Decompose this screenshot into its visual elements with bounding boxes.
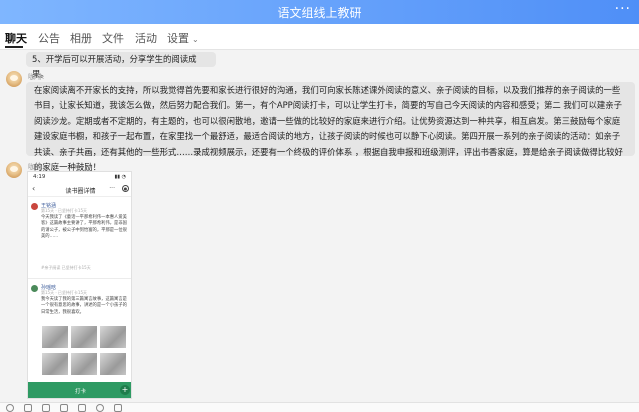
chat-area[interactable]: 5、开学后可以开展活动，分享学生的阅读成果。 咖啡. 在家阅读离不开家长的支持，… bbox=[0, 50, 639, 402]
tab-settings[interactable]: 设置 ⌄ bbox=[167, 30, 199, 46]
message-bubble: 在家阅读离不开家长的支持，所以我觉得首先要和家长进行很好的沟通，我们可向家长陈述… bbox=[26, 82, 635, 172]
photo-thumbnail bbox=[71, 353, 97, 375]
post-meta: 第15天 · 已坚持打卡15天 bbox=[41, 208, 87, 213]
phone-header: ‹ 读书圈详情 ··· ● bbox=[28, 183, 131, 197]
photo-thumbnail bbox=[71, 326, 97, 348]
phone-header-title: 读书圈详情 bbox=[65, 188, 96, 195]
tab-album[interactable]: 相册 bbox=[70, 30, 92, 46]
post-text: 今天我读了《童话—平那希利伟一本惠人爱美客》这篇故事主要讲了，平那希利伟，是非国… bbox=[41, 215, 127, 240]
message-bubble: 5、开学后可以开展活动，分享学生的阅读成果。 bbox=[26, 52, 216, 79]
title-bar: 语文组线上教研 ··· bbox=[0, 0, 639, 24]
avatar bbox=[31, 285, 38, 292]
photo-thumbnail bbox=[42, 326, 68, 348]
clock-icon[interactable] bbox=[96, 404, 104, 412]
post-meta: 第15天 · 已坚持打卡15天 bbox=[41, 290, 87, 295]
tab-chat[interactable]: 聊天 bbox=[5, 30, 27, 46]
clock-in-label: 打卡 bbox=[74, 389, 86, 395]
more-tools-icon[interactable] bbox=[114, 404, 122, 412]
post-footer: #亲子阅读 已坚持打卡15天 bbox=[41, 265, 91, 270]
photo-thumbnail bbox=[42, 353, 68, 375]
plus-icon: + bbox=[120, 385, 130, 395]
active-tab-indicator bbox=[5, 46, 23, 48]
mic-icon[interactable] bbox=[78, 404, 86, 412]
chevron-down-icon: ⌄ bbox=[192, 35, 199, 44]
post-text: 我今天读了我的第三篇寓言故事，这篇寓言是一个很有意思的故事，讲述的是一个小孩子的… bbox=[41, 297, 127, 315]
tab-settings-label: 设置 bbox=[167, 32, 189, 45]
close-icon: ● bbox=[122, 185, 129, 192]
image-icon[interactable] bbox=[60, 404, 68, 412]
phone-time: 4:19 bbox=[33, 174, 46, 180]
avatar[interactable] bbox=[6, 71, 22, 87]
more-options-icon[interactable]: ··· bbox=[615, 1, 631, 17]
avatar bbox=[31, 203, 38, 210]
post-item: 王铭涵 第15天 · 已坚持打卡15天 今天我读了《童话—平那希利伟一本惠人爱美… bbox=[31, 203, 130, 270]
phone-status-icons: ▮▮ ◔ bbox=[114, 174, 126, 180]
divider bbox=[28, 278, 131, 279]
photo-thumbnail bbox=[100, 353, 126, 375]
tab-activities[interactable]: 活动 bbox=[135, 30, 157, 46]
tab-announcements[interactable]: 公告 bbox=[38, 30, 60, 46]
input-toolbar bbox=[0, 402, 639, 412]
folder-icon[interactable] bbox=[42, 404, 50, 412]
menu-dots-icon: ··· bbox=[109, 185, 115, 192]
sender-name: 咖啡. bbox=[28, 73, 45, 81]
tab-bar: 聊天 公告 相册 文件 活动 设置 ⌄ bbox=[0, 24, 639, 50]
scissors-icon[interactable] bbox=[24, 404, 32, 412]
group-title: 语文组线上教研 bbox=[277, 6, 362, 20]
clock-in-bar: 打卡 + bbox=[28, 382, 131, 398]
tab-files[interactable]: 文件 bbox=[102, 30, 124, 46]
avatar[interactable] bbox=[6, 162, 22, 178]
image-message[interactable]: 4:19 ▮▮ ◔ ‹ 读书圈详情 ··· ● 王铭涵 第15天 · 已坚持打卡… bbox=[27, 171, 132, 399]
emoji-icon[interactable] bbox=[6, 404, 14, 412]
photo-thumbnail bbox=[100, 326, 126, 348]
